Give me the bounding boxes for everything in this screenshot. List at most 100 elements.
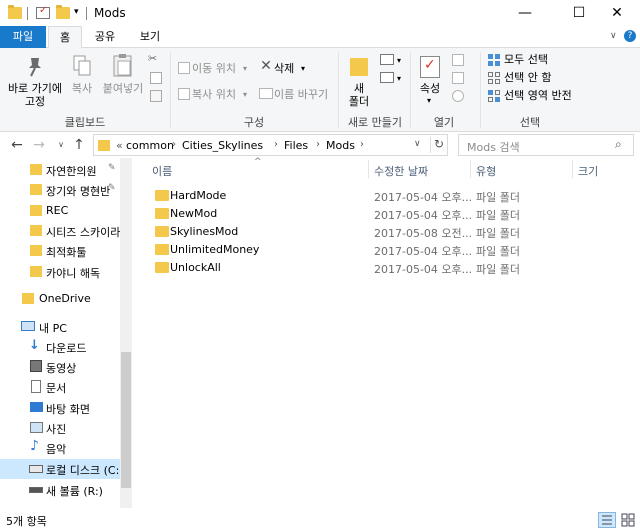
quick-access-item[interactable]: 시티즈 스카이라 [0, 221, 120, 241]
music-icon: ♪ [30, 438, 39, 454]
properties-icon[interactable]: ✓ [36, 5, 50, 19]
properties-icon[interactable]: ✓ [420, 56, 440, 78]
nav-desktop[interactable]: 바탕 화면 [0, 398, 120, 418]
clipboard-group-label: 클립보드 [64, 116, 106, 129]
rename-button[interactable]: 이름 바꾸기 [274, 88, 334, 101]
table-row[interactable]: NewMod 2017-05-04 오후... 파일 폴더 [150, 205, 530, 223]
tab-home[interactable]: 홈 [48, 26, 82, 49]
back-button[interactable]: ← [8, 136, 26, 154]
minimize-button[interactable]: — [502, 0, 548, 26]
tab-share[interactable]: 공유 [88, 26, 122, 48]
table-row[interactable]: UnlimitedMoney 2017-05-04 오후... 파일 폴더 [150, 241, 530, 259]
properties-dropdown[interactable]: ▾ [424, 94, 434, 107]
column-separator[interactable] [368, 160, 369, 178]
new-item-dropdown[interactable]: ▾ [394, 54, 404, 67]
column-separator[interactable] [470, 160, 471, 178]
file-type: 파일 폴더 [476, 227, 520, 240]
breadcrumb-separator[interactable]: › [360, 139, 364, 150]
nav-downloads[interactable]: ↓ 다운로드 [0, 337, 120, 357]
nav-videos[interactable]: 동영상 [0, 357, 120, 377]
move-to-icon[interactable] [178, 62, 190, 74]
easy-access-dropdown[interactable]: ▾ [394, 72, 404, 85]
quick-access-item[interactable]: 장기와 명현반 ✎ [0, 180, 120, 200]
table-row[interactable]: UnlockAll 2017-05-04 오후... 파일 폴더 [150, 259, 530, 277]
breadcrumb-files[interactable]: Files [284, 139, 308, 152]
open-icon[interactable] [452, 54, 464, 66]
recent-locations-dropdown[interactable]: ∨ [52, 136, 70, 154]
nav-new-volume-r[interactable]: 새 볼륨 (R:) [0, 480, 120, 500]
invert-selection-icon[interactable] [488, 90, 500, 102]
window-title: Mods [94, 6, 126, 20]
history-icon[interactable] [452, 90, 464, 102]
nav-documents[interactable]: 문서 [0, 377, 120, 397]
refresh-icon[interactable]: ↻ [434, 137, 444, 151]
copy-icon[interactable] [72, 54, 92, 78]
table-row[interactable]: HardMode 2017-05-04 오후... 파일 폴더 [150, 187, 530, 205]
close-button[interactable]: ✕ [594, 0, 640, 26]
copy-to-dropdown[interactable]: ▾ [240, 88, 250, 101]
column-date[interactable]: 수정한 날짜 [374, 163, 428, 179]
invert-selection-button[interactable]: 선택 영역 반전 [504, 89, 594, 102]
nav-onedrive[interactable]: OneDrive [0, 289, 120, 309]
select-none-icon[interactable] [488, 72, 500, 84]
paste-button[interactable]: 붙여넣기 [100, 82, 146, 95]
rename-icon[interactable] [259, 88, 273, 99]
large-icons-view-icon[interactable] [620, 512, 636, 528]
address-dropdown[interactable]: ∨ [414, 139, 421, 149]
delete-icon[interactable]: ✕ [259, 59, 273, 73]
paste-icon[interactable] [112, 52, 134, 78]
copy-path-icon[interactable] [150, 72, 162, 84]
copy-to-icon[interactable] [178, 88, 190, 100]
column-separator[interactable] [572, 160, 573, 178]
quick-access-item[interactable]: 자연한의원 ✎ [0, 160, 120, 180]
nav-pictures[interactable]: 사진 [0, 418, 120, 438]
details-view-icon[interactable] [598, 512, 616, 528]
customize-quick-access-icon[interactable]: ▾ [74, 7, 79, 17]
breadcrumb-separator[interactable]: › [274, 139, 278, 150]
breadcrumb-overflow[interactable]: « [116, 139, 123, 152]
address-bar[interactable]: « common › Cities_Skylines › Files › Mod… [93, 134, 448, 156]
cut-icon[interactable]: ✂ [148, 52, 157, 65]
nav-scrollbar-thumb[interactable] [121, 352, 131, 488]
copy-button[interactable]: 복사 [68, 82, 96, 95]
column-name[interactable]: 이름 [152, 163, 172, 179]
forward-button[interactable]: → [30, 136, 48, 154]
breadcrumb-mods[interactable]: Mods [326, 139, 355, 152]
table-row[interactable]: SkylinesMod 2017-05-08 오전... 파일 폴더 [150, 223, 530, 241]
column-size[interactable]: 크기 [578, 163, 598, 179]
breadcrumb-cities-skylines[interactable]: Cities_Skylines [182, 139, 263, 152]
pin-quick-access-button[interactable]: 바로 가기에 고정 [4, 82, 66, 108]
open-group-label: 열기 [433, 116, 455, 129]
collapse-ribbon-icon[interactable]: ∨ [610, 31, 617, 41]
help-icon[interactable]: ? [624, 30, 636, 42]
tab-view[interactable]: 보기 [132, 26, 168, 48]
group-separator [170, 52, 171, 128]
new-folder-icon[interactable] [350, 58, 368, 76]
search-input[interactable]: Mods 검색 ⌕ [458, 134, 634, 156]
search-icon[interactable]: ⌕ [615, 137, 622, 152]
nav-local-disk-c[interactable]: 로컬 디스크 (C:) [0, 459, 124, 479]
quick-access-item[interactable]: REC [0, 201, 120, 221]
select-all-icon[interactable] [488, 54, 500, 66]
column-type[interactable]: 유형 [476, 163, 496, 179]
breadcrumb-separator[interactable]: › [172, 139, 176, 150]
delete-dropdown[interactable]: ▾ [298, 62, 308, 75]
select-all-button[interactable]: 모두 선택 [504, 53, 584, 66]
up-button[interactable]: ↑ [70, 136, 88, 154]
move-to-dropdown[interactable]: ▾ [240, 62, 250, 75]
nav-this-pc[interactable]: 내 PC [0, 317, 120, 337]
tab-file[interactable]: 파일 [0, 26, 46, 48]
paste-shortcut-icon[interactable] [150, 90, 162, 102]
pin-icon[interactable] [25, 56, 45, 78]
easy-access-icon[interactable] [380, 72, 394, 83]
breadcrumb-common[interactable]: common [126, 139, 174, 152]
nav-music[interactable]: ♪ 음악 [0, 438, 120, 458]
quick-access-item[interactable]: 최적화툴 [0, 241, 120, 261]
new-item-icon[interactable] [380, 54, 394, 65]
breadcrumb-separator[interactable]: › [316, 139, 320, 150]
edit-icon[interactable] [452, 72, 464, 84]
new-folder-icon[interactable] [56, 5, 70, 19]
quick-access-item[interactable]: 카야니 해독 [0, 262, 120, 282]
new-folder-button[interactable]: 새 폴더 [344, 82, 374, 108]
select-none-button[interactable]: 선택 안 함 [504, 71, 584, 84]
